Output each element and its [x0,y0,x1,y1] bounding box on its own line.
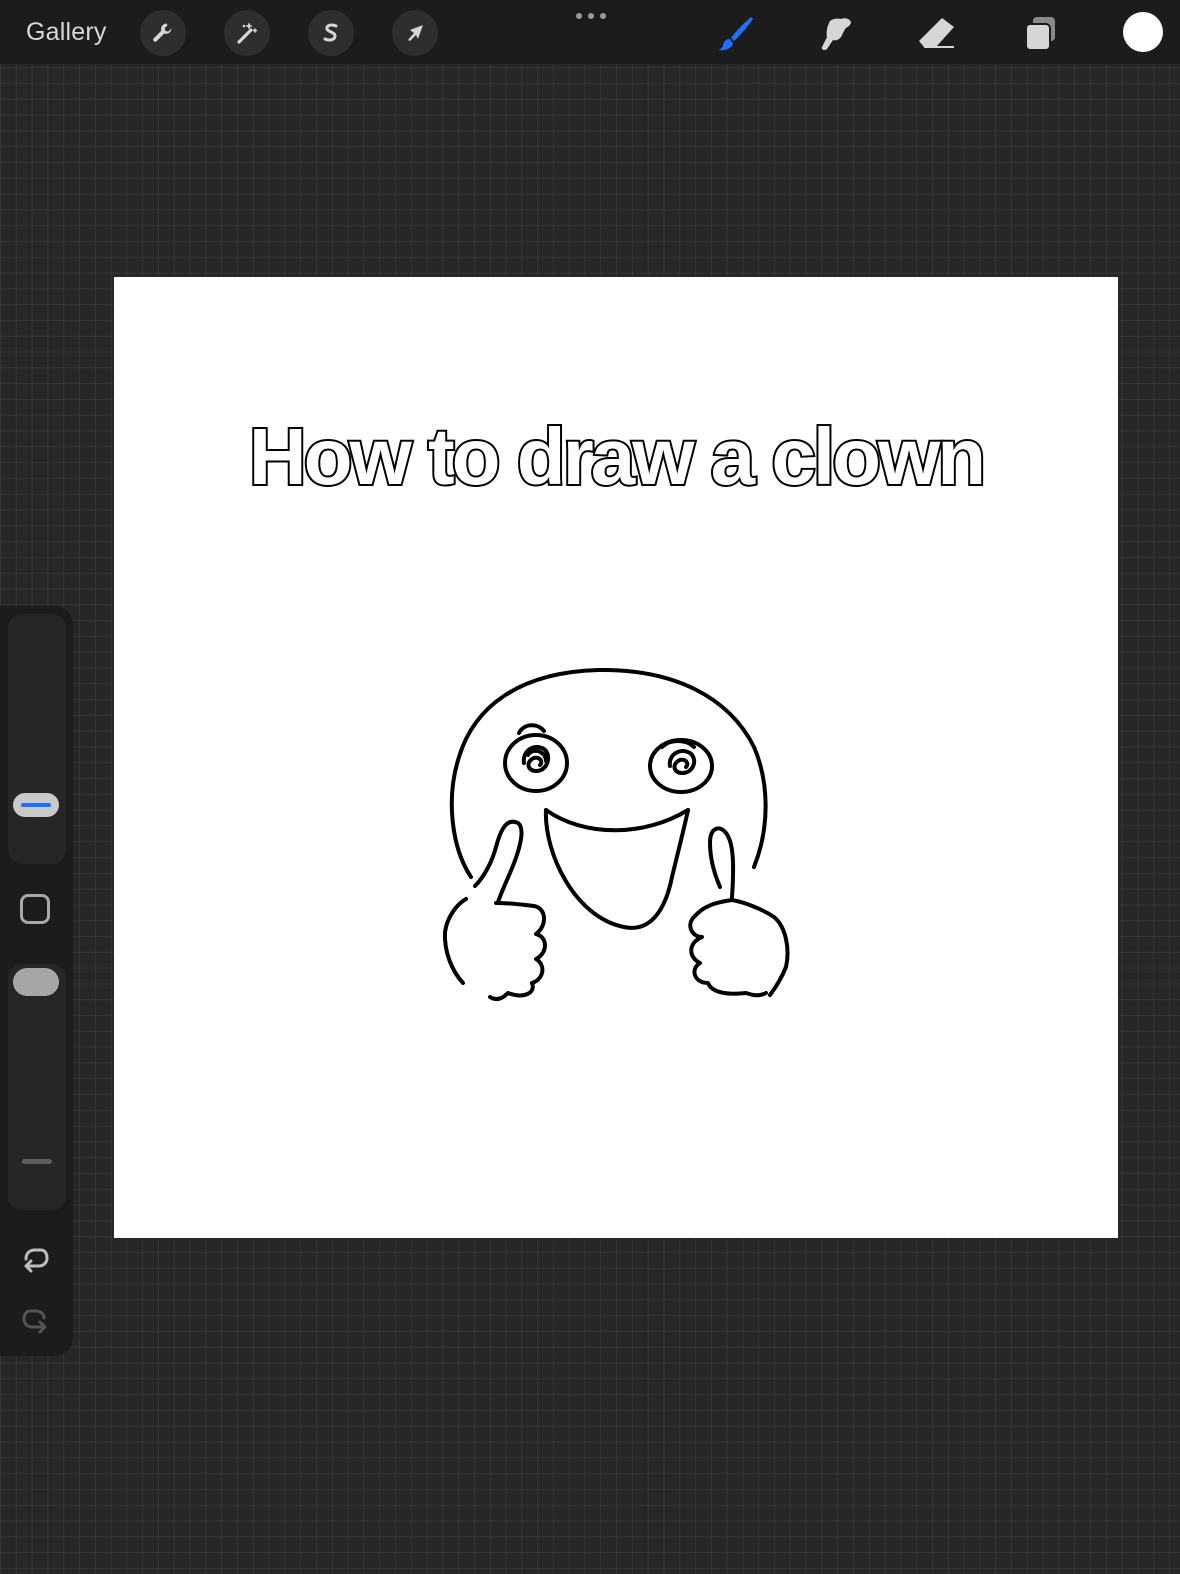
eraser-tool-button[interactable] [914,10,960,56]
more-options-icon[interactable] [574,10,608,22]
selection-s-icon [323,23,338,42]
smudge-tool-button[interactable] [812,10,858,56]
brush-tool-button[interactable] [713,10,759,56]
opacity-slider-thumb[interactable] [13,968,59,996]
top-toolbar: Gallery [0,0,1180,64]
layers-icon [1025,17,1055,51]
opacity-minimum-marker [22,1159,52,1164]
clown-sketch [442,667,790,1002]
brush-size-slider-thumb[interactable] [13,793,59,817]
side-toolbar [0,606,73,1356]
gallery-button[interactable]: Gallery [26,18,107,47]
adjustments-button[interactable] [224,10,270,56]
undo-icon[interactable] [19,1241,53,1275]
magic-wand-icon [237,23,258,44]
brush-icon [719,17,753,51]
redo-icon[interactable] [19,1302,53,1336]
drawing-canvas[interactable]: How to draw a clown [114,277,1118,1238]
smudge-icon [821,18,851,51]
color-picker-swatch[interactable] [1123,12,1163,52]
modify-button[interactable] [20,894,50,924]
transform-button[interactable] [392,10,438,56]
procreate-app: Gallery How to draw a clown [0,0,1180,1574]
actions-button[interactable] [140,10,186,56]
wrench-icon [153,23,172,42]
arrow-cursor-icon [408,25,423,41]
eraser-icon [919,18,954,48]
layers-button[interactable] [1017,10,1063,56]
brush-size-slider[interactable] [8,614,66,864]
opacity-slider[interactable] [8,964,66,1210]
selection-button[interactable] [308,10,354,56]
